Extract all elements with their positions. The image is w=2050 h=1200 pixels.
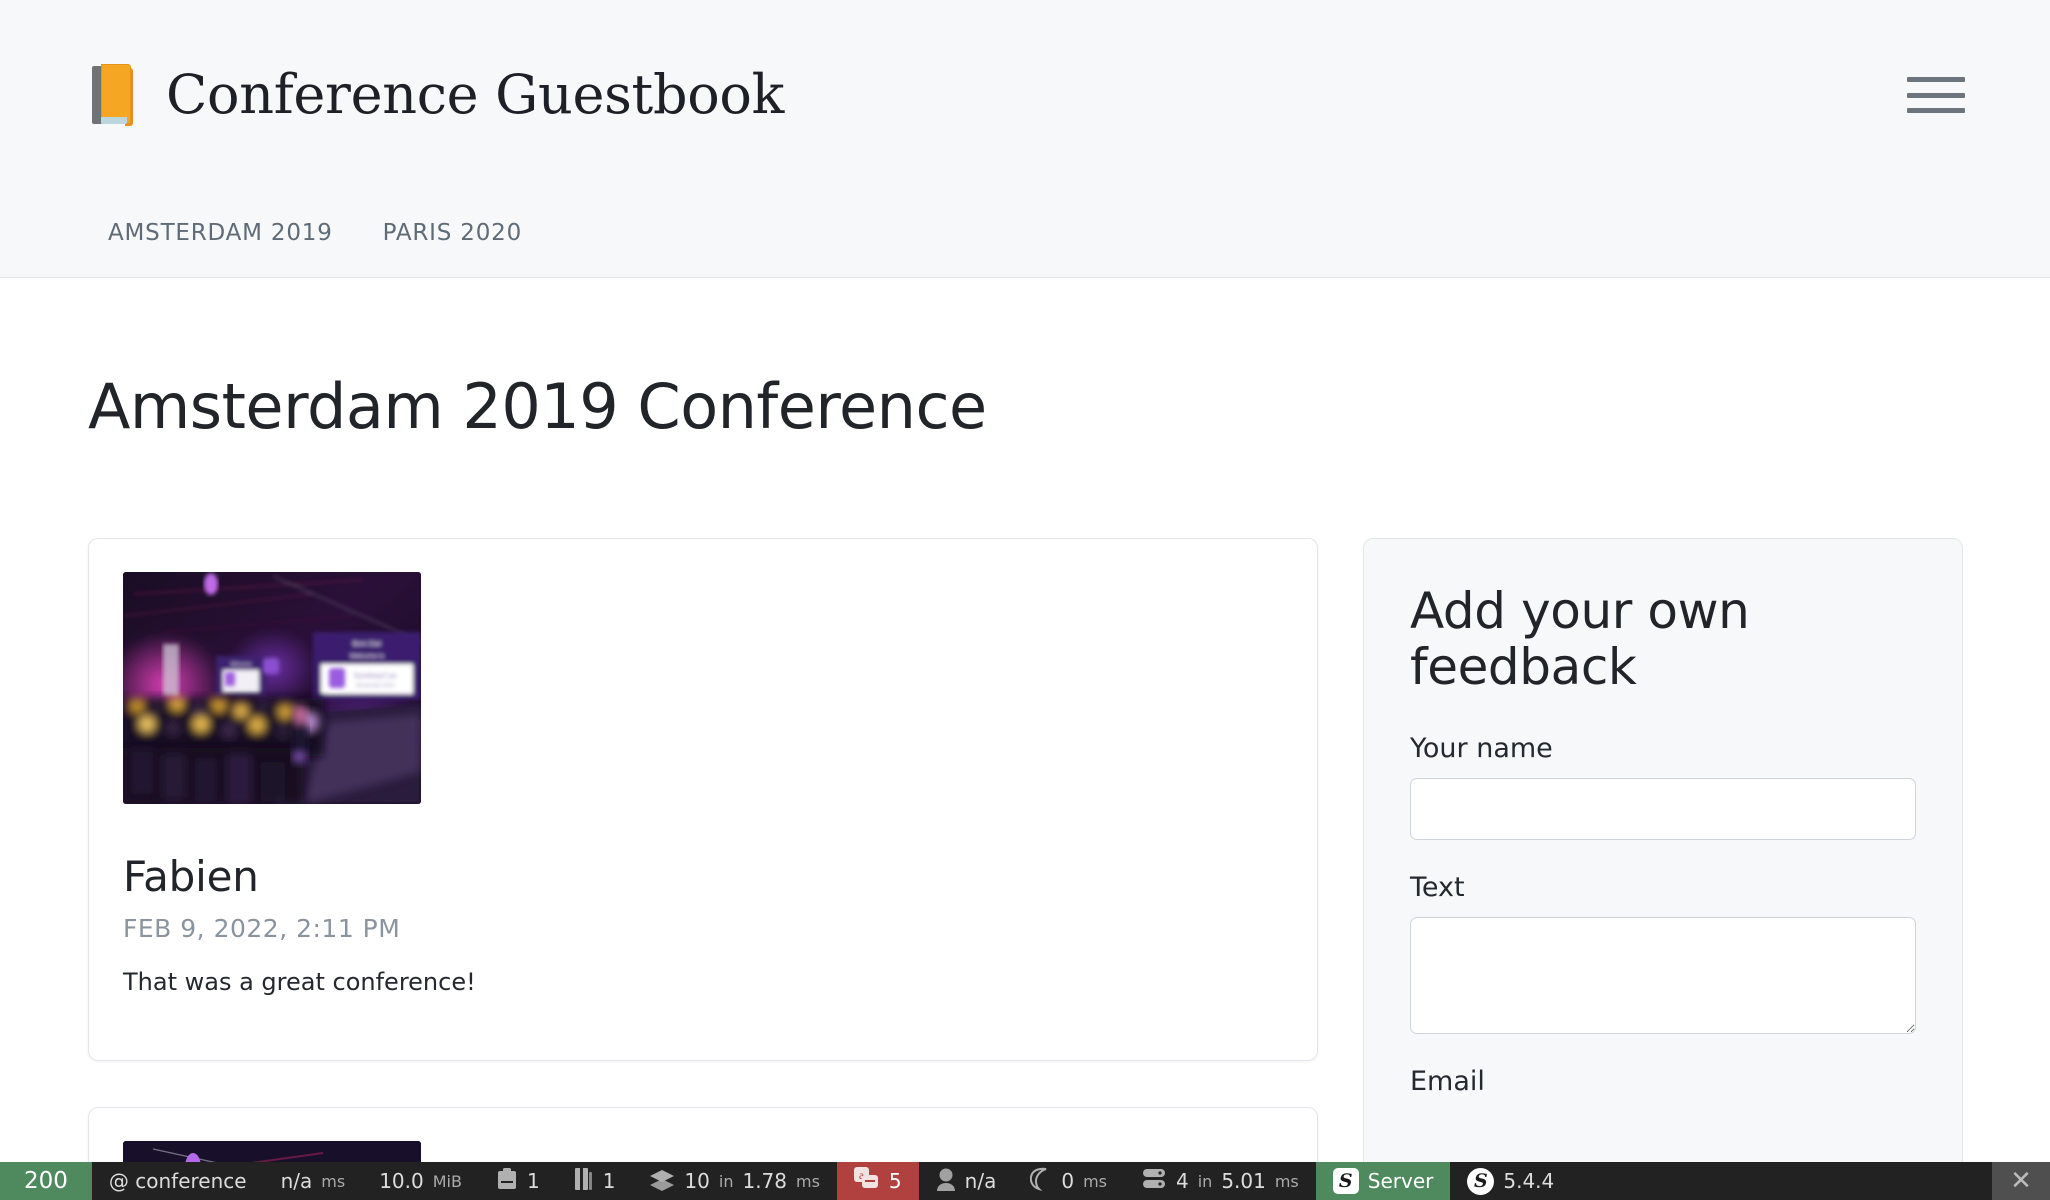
svg-text:Welcome to: Welcome to [350,653,385,660]
conference-photo: Welcome Bom Dia! Welcome to SymfonyCon A… [123,572,421,804]
security-user: n/a [964,1169,997,1193]
memory-unit: MiB [432,1171,462,1191]
doctrine-time: 1.78 [742,1169,787,1193]
form-title: Add your own feedback [1410,582,1750,696]
text-field[interactable] [1410,917,1916,1034]
page-title: Amsterdam 2019 Conference [88,370,987,443]
symfony-version-value: 5.4.4 [1503,1169,1555,1193]
content-row: Welcome Bom Dia! Welcome to SymfonyCon A… [88,538,1963,1200]
http-client-in: in [1197,1171,1213,1191]
symfony-debug-toolbar: 200 @ conference n/a ms 10.0 MiB 1 1 10 … [0,1162,2050,1200]
doctrine-in: in [718,1171,734,1191]
svg-text:Bom Dia!: Bom Dia! [353,641,382,648]
http-client-unit: ms [1274,1171,1299,1191]
memory-value: 10.0 [379,1169,424,1193]
forms-count: 1 [526,1169,540,1193]
field-group-email: Email [1410,1066,1916,1097]
field-group-name: Your name [1410,733,1916,840]
feedback-form-card: Add your own feedback Your name Text Ema… [1363,538,1963,1200]
svg-text:SymfonyCon: SymfonyCon [354,671,397,680]
doctrine-unit: ms [796,1171,820,1191]
toolbar-twig[interactable]: 1 [557,1162,633,1200]
symfony-logo-icon: S [1467,1167,1495,1195]
toolbar-time[interactable]: n/a ms [264,1162,363,1200]
svg-text:Welcome: Welcome [231,662,252,668]
toolbar-doctrine[interactable]: 10 in 1.78 ms [632,1162,837,1200]
route-value: @ conference [108,1169,247,1193]
name-field[interactable] [1410,778,1916,840]
main-content: Amsterdam 2019 Conference Welcome Bom Di… [0,370,2050,1200]
time-value: n/a [280,1169,313,1193]
brand-title: Conference Guestbook [166,63,785,126]
orange-book-icon [92,64,140,126]
toolbar-memory[interactable]: 10.0 MiB [362,1162,479,1200]
server-label: Server [1367,1169,1434,1193]
name-field-label: Your name [1410,733,1553,764]
email-field-label: Email [1410,1066,1485,1097]
toolbar-symfony-version[interactable]: S 5.4.4 [1450,1162,1571,1200]
entry-text: That was a great conference! [123,968,476,996]
guestbook-entry-card: Welcome Bom Dia! Welcome to SymfonyCon A… [88,538,1318,1061]
guestbook-entries-list: Welcome Bom Dia! Welcome to SymfonyCon A… [88,538,1318,1200]
moon-cache-icon [1030,1167,1052,1196]
field-group-text: Text [1410,872,1916,1034]
nav-item-paris-2020[interactable]: PARIS 2020 [383,220,522,246]
cache-time: 0 [1061,1169,1075,1193]
status-code-value: 200 [24,1168,68,1194]
server-stack-icon [1141,1167,1167,1196]
main-nav: AMSTERDAM 2019 PARIS 2020 [0,190,2050,276]
entry-author: Fabien [123,852,259,901]
header-top-bar: Conference Guestbook [0,0,2050,190]
toolbar-cache[interactable]: 0 ms [1013,1162,1124,1200]
doctrine-count: 10 [684,1169,710,1193]
clipboard-icon [496,1167,518,1196]
http-client-time: 5.01 [1221,1169,1266,1193]
time-unit: ms [321,1171,346,1191]
symfony-logo-icon: S [1332,1168,1359,1194]
book-icon [574,1167,594,1196]
database-layers-icon [649,1167,675,1196]
toolbar-route[interactable]: @ conference [92,1162,264,1200]
toolbar-server[interactable]: S Server [1315,1162,1451,1200]
user-icon [936,1167,956,1196]
toolbar-http-client[interactable]: 4 in 5.01 ms [1124,1162,1316,1200]
toolbar-status-code[interactable]: 200 [0,1162,92,1200]
twig-count: 1 [602,1169,616,1193]
toolbar-forms[interactable]: 1 [479,1162,557,1200]
http-client-count: 4 [1175,1169,1189,1193]
entry-date: FEB 9, 2022, 2:11 PM [123,914,401,943]
toolbar-security[interactable]: n/a [919,1162,1014,1200]
cache-unit: ms [1083,1171,1107,1191]
toolbar-translations[interactable]: a 5 [836,1162,919,1200]
svg-text:Amsterdam 2019: Amsterdam 2019 [356,683,394,689]
translations-count: 5 [888,1169,902,1193]
text-field-label: Text [1410,872,1465,903]
close-icon[interactable]: ✕ [1992,1162,2050,1200]
translation-icon: a [853,1166,880,1196]
site-header: Conference Guestbook AMSTERDAM 2019 PARI… [0,0,2050,278]
hamburger-menu-icon[interactable] [1907,73,1965,117]
nav-item-amsterdam-2019[interactable]: AMSTERDAM 2019 [108,220,333,246]
brand[interactable]: Conference Guestbook [92,64,784,126]
